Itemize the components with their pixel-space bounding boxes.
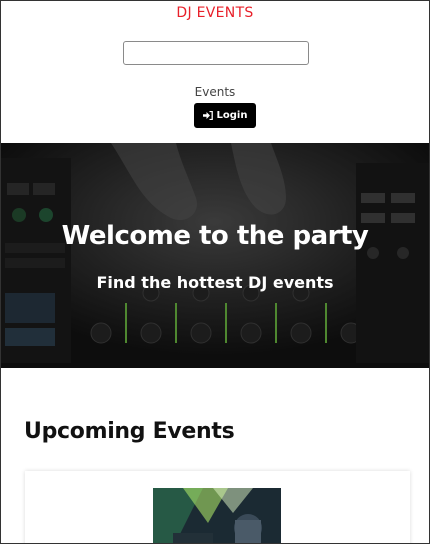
search-input[interactable] (123, 41, 309, 65)
site-header: DJ EVENTS Events Login (1, 1, 429, 141)
nav-link-events[interactable]: Events (1, 85, 429, 99)
brand-logo[interactable]: DJ EVENTS (1, 5, 429, 21)
hero-title: Welcome to the party (61, 221, 369, 251)
page: DJ EVENTS Events Login Welcome to the pa… (0, 0, 430, 544)
dj-mixer-background-image (1, 143, 429, 368)
login-label: Login (216, 110, 248, 121)
login-button[interactable]: Login (194, 103, 256, 128)
event-image[interactable] (153, 488, 281, 543)
event-card[interactable] (25, 471, 410, 543)
hero-banner: Welcome to the party Find the hottest DJ… (1, 143, 429, 368)
hero-subtitle: Find the hottest DJ events (96, 273, 334, 292)
sign-in-icon (202, 111, 213, 120)
upcoming-events-heading: Upcoming Events (24, 419, 235, 444)
